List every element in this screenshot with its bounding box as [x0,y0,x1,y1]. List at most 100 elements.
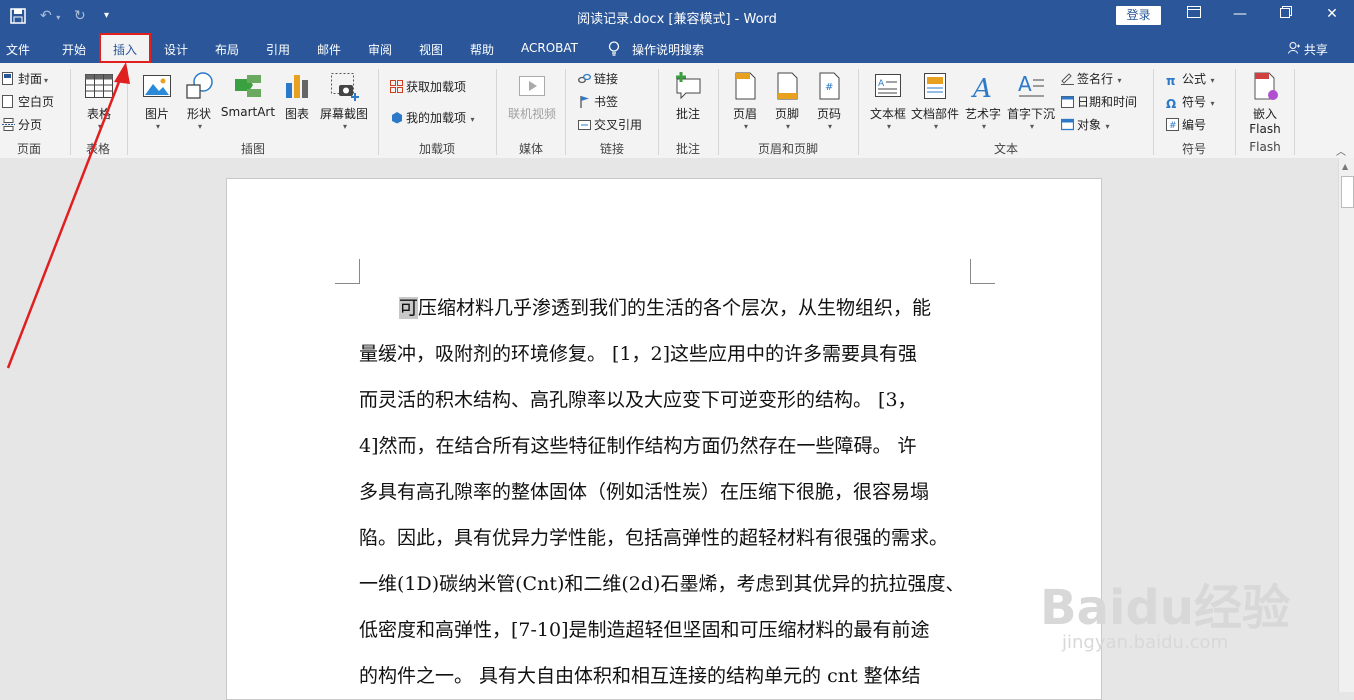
link-icon [578,72,591,85]
wordart-button[interactable]: A 艺术字 ▾ [962,71,1004,131]
date-time-button[interactable]: 日期和时间 [1061,93,1137,110]
comment-icon [673,71,703,101]
page-number-button[interactable]: # 页码 ▾ [812,71,846,131]
signature-line-icon [1061,72,1074,85]
tab-mailings[interactable]: 邮件 [317,41,341,58]
document-line: 一维(1D)碳纳米管(Cnt)和二维(2d)石墨烯，考虑到其优异的抗拉强度、 [359,573,965,595]
cross-reference-label: 交叉引用 [594,118,643,132]
group-divider [378,69,379,155]
document-page[interactable]: 可压缩材料几乎渗透到我们的生活的各个层次，从生物组织，能 量缓冲，吸附剂的环境修… [226,178,1102,700]
svg-text:#: # [1169,121,1177,131]
header-button[interactable]: 页眉 ▾ [728,71,762,131]
number-button[interactable]: # 编号 [1166,116,1206,133]
watermark-url: jingyan.baidu.com [1062,632,1229,653]
login-button[interactable]: 登录 [1116,6,1161,25]
annotation-arrow [6,62,130,369]
scroll-up-icon[interactable]: ▲ [1342,162,1348,171]
symbol-label: 符号 [1182,95,1207,109]
object-label: 对象 [1077,118,1102,132]
document-line: 的构件之一。 具有大自由体积和相互连接的结构单元的 cnt 整体结 [359,665,921,687]
object-button[interactable]: 对象 ▾ [1060,116,1110,133]
bookmark-button[interactable]: 书签 [578,93,618,110]
flash-icon [1250,71,1280,101]
lightbulb-icon [608,41,620,59]
scrollbar-thumb[interactable] [1341,176,1354,208]
flash-label: Flash [1249,122,1281,136]
screenshot-icon [329,71,359,101]
vertical-scrollbar[interactable]: ▲ [1338,158,1354,692]
my-addins-button[interactable]: 我的加载项 ▾ [390,109,475,126]
text-box-button[interactable]: A 文本框 ▾ [866,71,910,131]
watermark-logo: Baidu经验 [1040,580,1290,636]
tell-me-search[interactable]: 操作说明搜索 [632,41,704,58]
tab-view[interactable]: 视图 [419,41,443,58]
online-video-icon [517,71,547,101]
group-divider [718,69,719,155]
group-divider [858,69,859,155]
footer-button[interactable]: 页脚 ▾ [770,71,804,131]
svg-text:A: A [1018,72,1032,96]
omega-icon: Ω [1166,97,1177,111]
date-time-label: 日期和时间 [1077,95,1138,109]
text-group-label: 文本 [993,142,1018,156]
pi-icon: π [1166,74,1176,88]
header-icon [730,71,760,101]
quick-parts-label: 文档部件 [910,107,959,121]
link-button[interactable]: 链接 [578,70,618,87]
person-icon [1288,42,1304,57]
document-line: 多具有高孔隙率的整体固体（例如活性炭）在压缩下很脆，很容易塌 [359,481,930,503]
group-divider [565,69,566,155]
restore-icon[interactable] [1276,6,1296,22]
embed-flash-button[interactable]: 嵌入 Flash [1244,71,1286,136]
bar-chart-icon [282,71,312,101]
chevron-down-icon: ▾ [827,122,832,131]
close-icon[interactable]: ✕ [1322,6,1342,22]
signature-line-button[interactable]: 签名行 ▾ [1061,70,1122,87]
collapse-ribbon-icon[interactable]: ︿ [1336,143,1346,158]
smartart-button[interactable]: SmartArt [220,71,276,119]
embed-label: 嵌入 [1252,107,1277,121]
drop-cap-button[interactable]: A 首字下沉 ▾ [1006,71,1056,131]
minimize-icon[interactable]: — [1230,6,1250,22]
document-line: 量缓冲，吸附剂的环境修复。 [1，2]这些应用中的许多需要具有强 [359,343,918,365]
chevron-down-icon: ▾ [886,122,891,131]
comments-group-label: 批注 [675,142,700,156]
cross-reference-button[interactable]: 交叉引用 [578,116,642,133]
footer-icon [772,71,802,101]
get-addins-button[interactable]: 获取加载项 [390,78,466,95]
share-button[interactable]: 共享 [1288,41,1328,58]
object-icon [1060,118,1075,131]
get-addins-label: 获取加载项 [406,80,467,94]
bookmark-label: 书签 [594,95,619,109]
document-line: 低密度和高弹性，[7-10]是制造超轻但坚固和可压缩材料的最有前途 [359,619,930,641]
link-label: 链接 [594,72,619,86]
equation-button[interactable]: π 公式 ▾ [1166,70,1215,88]
chevron-down-icon: ▾ [981,122,986,131]
chevron-down-icon: ▾ [468,115,475,124]
tab-review[interactable]: 审阅 [368,41,392,58]
smartart-label: SmartArt [220,105,276,119]
media-group-label: 媒体 [518,142,543,156]
quick-parts-button[interactable]: 文档部件 ▾ [910,71,960,131]
chevron-down-icon: ▾ [743,122,748,131]
screenshot-button[interactable]: 屏幕截图 ▾ [316,71,372,131]
line-text: 压缩材料几乎渗透到我们的生活的各个层次，从生物组织，能 [418,297,932,319]
page-number-icon: # [814,71,844,101]
number-icon: # [1166,118,1179,131]
group-divider [496,69,497,155]
group-divider [1153,69,1154,155]
addin-icon [390,111,403,124]
chart-button[interactable]: 图表 [280,71,314,122]
tab-references[interactable]: 引用 [266,41,290,58]
online-video-button[interactable]: 联机视频 [504,71,560,122]
ribbon-display-options-icon[interactable] [1184,6,1204,22]
svg-text:A: A [971,74,992,101]
symbol-button[interactable]: Ω 符号 ▾ [1166,93,1215,111]
crop-mark-left [335,259,360,284]
tab-help[interactable]: 帮助 [470,41,494,58]
tab-acrobat[interactable]: ACROBAT [521,41,578,55]
tab-layout[interactable]: 布局 [215,41,239,58]
chevron-down-icon: ▾ [1208,99,1215,108]
share-label: 共享 [1303,43,1328,57]
comment-button[interactable]: 批注 [668,71,708,122]
